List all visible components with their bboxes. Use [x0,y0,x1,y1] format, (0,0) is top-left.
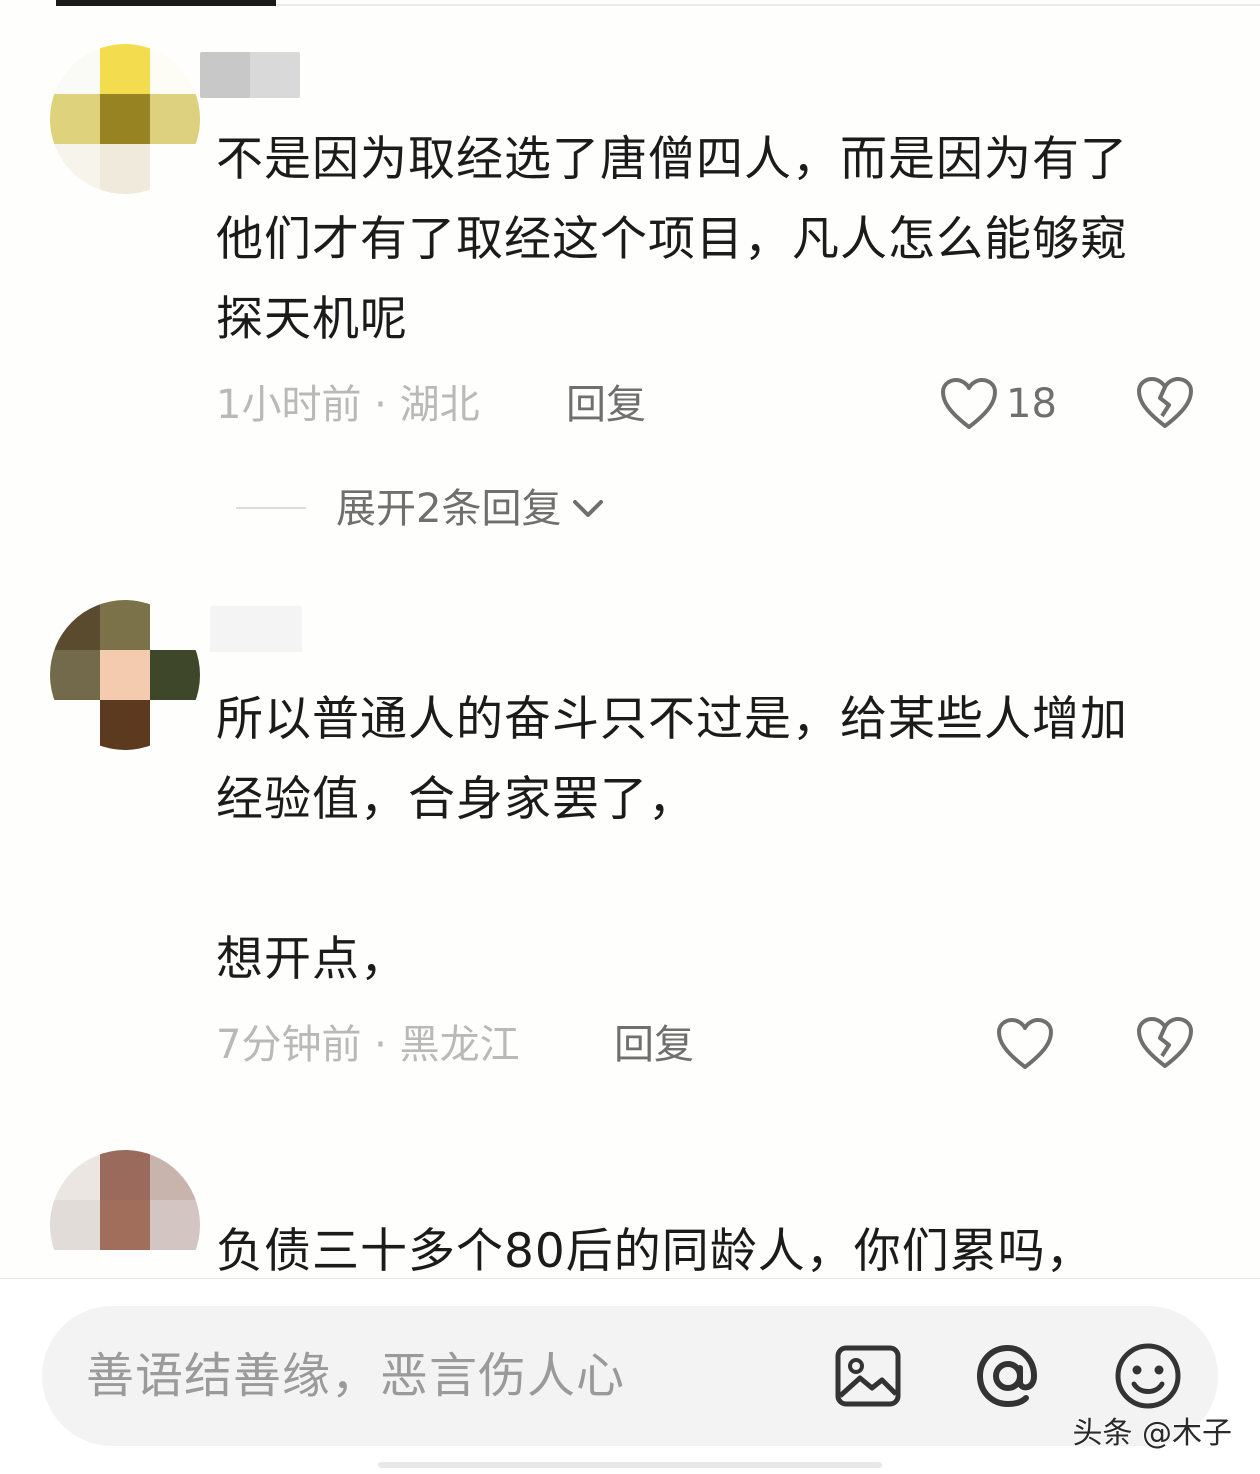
header-divider [276,4,1260,6]
expand-replies-button[interactable]: 展开2条回复 [336,484,605,534]
chevron-down-icon [573,500,604,517]
emoji-icon [1115,1343,1181,1409]
image-icon [835,1345,901,1407]
comment-time: 1小时前 [216,382,362,428]
active-tab-indicator [56,0,276,6]
reply-button[interactable]: 回复 [566,380,646,430]
broken-heart-icon [1137,377,1193,428]
dislike-button[interactable] [1136,1016,1194,1074]
mention-button[interactable] [972,1340,1044,1412]
like-count: 18 [1006,381,1057,427]
comment-location: 湖北 [399,382,480,428]
avatar[interactable] [50,600,200,750]
dislike-button[interactable] [1136,376,1194,434]
username-blurred[interactable] [200,52,300,98]
home-indicator [378,1462,882,1468]
username-blurred[interactable] [210,606,302,652]
comment-time: 7分钟前 [216,1022,362,1068]
at-icon [976,1344,1038,1408]
meta-separator: · [361,382,400,428]
comment-input-placeholder: 善语结善缘，恶言伤人心 [86,1348,626,1404]
input-bar-divider [0,1278,1260,1279]
broken-heart-icon [1137,1017,1193,1068]
comment-text: 不是因为取经选了唐僧四人，而是因为有了 他们才有了取经这个项目，凡人怎么能够窥 … [216,132,1128,347]
comment-meta: 7分钟前 · 黑龙江 [216,1020,520,1070]
comment-text: 所以普通人的奋斗只不过是，给某些人增加 经验值，合身家罢了， 想开点， [216,692,1128,987]
heart-icon [997,1018,1053,1069]
comment-location: 黑龙江 [399,1022,520,1068]
reply-thread-line [236,507,306,509]
emoji-button[interactable] [1112,1340,1184,1412]
heart-icon [941,378,997,429]
expand-replies-label: 展开2条回复 [336,486,562,532]
like-button[interactable]: 18 [940,374,1057,434]
watermark: 头条 @木子 [1072,1416,1232,1451]
comment-meta: 1小时前 · 湖北 [216,380,480,430]
reply-button[interactable]: 回复 [614,1020,694,1070]
avatar[interactable] [50,44,200,194]
meta-separator: · [361,1022,400,1068]
image-button[interactable] [832,1340,904,1412]
like-button[interactable] [996,1014,1054,1074]
